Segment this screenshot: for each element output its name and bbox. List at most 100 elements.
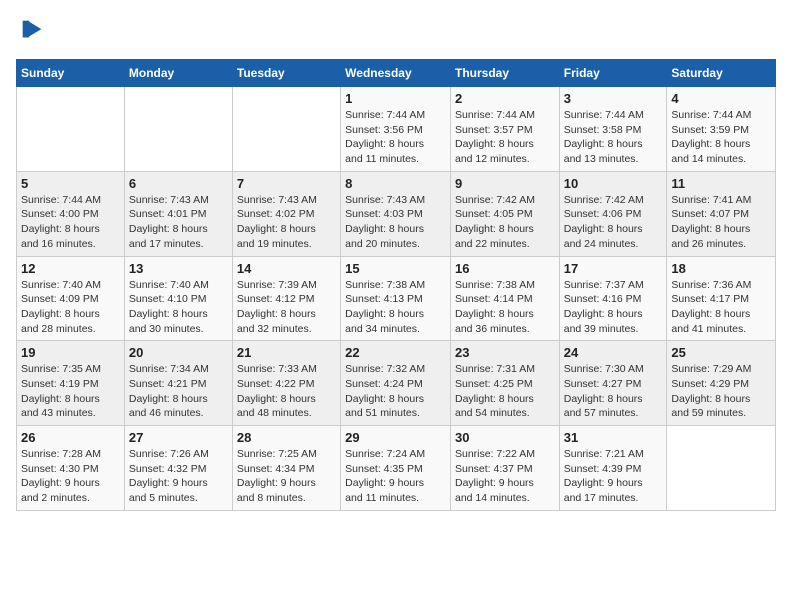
logo-icon — [18, 16, 46, 44]
calendar-cell — [17, 87, 125, 172]
calendar-cell: 4 Sunrise: 7:44 AM Sunset: 3:59 PM Daylig… — [667, 87, 776, 172]
day-number: 21 — [237, 345, 336, 360]
day-info: Sunrise: 7:28 AM Sunset: 4:30 PM Dayligh… — [21, 447, 120, 506]
day-info: Sunrise: 7:31 AM Sunset: 4:25 PM Dayligh… — [455, 362, 555, 421]
weekday-header: Monday — [124, 60, 232, 87]
calendar-cell: 9 Sunrise: 7:42 AM Sunset: 4:05 PM Daylig… — [450, 171, 559, 256]
day-number: 12 — [21, 261, 120, 276]
calendar-week-row: 19 Sunrise: 7:35 AM Sunset: 4:19 PM Dayli… — [17, 341, 776, 426]
day-number: 23 — [455, 345, 555, 360]
day-number: 22 — [345, 345, 446, 360]
day-info: Sunrise: 7:43 AM Sunset: 4:02 PM Dayligh… — [237, 193, 336, 252]
calendar-cell: 2 Sunrise: 7:44 AM Sunset: 3:57 PM Daylig… — [450, 87, 559, 172]
day-number: 2 — [455, 91, 555, 106]
weekday-row: SundayMondayTuesdayWednesdayThursdayFrid… — [17, 60, 776, 87]
calendar-cell: 12Sunrise: 7:40 AM Sunset: 4:09 PM Dayli… — [17, 256, 125, 341]
day-number: 3 — [564, 91, 663, 106]
day-info: Sunrise: 7:44 AM Sunset: 3:59 PM Dayligh… — [671, 108, 771, 167]
day-number: 26 — [21, 430, 120, 445]
calendar-week-row: 26 Sunrise: 7:28 AM Sunset: 4:30 PM Dayli… — [17, 426, 776, 511]
day-info: Sunrise: 7:25 AM Sunset: 4:34 PM Dayligh… — [237, 447, 336, 506]
calendar-cell: 13 Sunrise: 7:40 AM Sunset: 4:10 PM Dayli… — [124, 256, 232, 341]
day-info: Sunrise: 7:35 AM Sunset: 4:19 PM Dayligh… — [21, 362, 120, 421]
day-number: 1 — [345, 91, 446, 106]
day-info: Sunrise: 7:34 AM Sunset: 4:21 PM Dayligh… — [129, 362, 228, 421]
calendar-header: SundayMondayTuesdayWednesdayThursdayFrid… — [17, 60, 776, 87]
calendar-cell: 25 Sunrise: 7:29 AM Sunset: 4:29 PM Dayli… — [667, 341, 776, 426]
calendar-cell: 23 Sunrise: 7:31 AM Sunset: 4:25 PM Dayli… — [450, 341, 559, 426]
calendar-cell: 28 Sunrise: 7:25 AM Sunset: 4:34 PM Dayli… — [232, 426, 340, 511]
day-info: Sunrise: 7:41 AM Sunset: 4:07 PM Dayligh… — [671, 193, 771, 252]
calendar-cell: 29 Sunrise: 7:24 AM Sunset: 4:35 PM Dayli… — [341, 426, 451, 511]
day-number: 20 — [129, 345, 228, 360]
day-number: 19 — [21, 345, 120, 360]
day-info: Sunrise: 7:38 AM Sunset: 4:13 PM Dayligh… — [345, 278, 446, 337]
day-info: Sunrise: 7:44 AM Sunset: 3:56 PM Dayligh… — [345, 108, 446, 167]
calendar-table: SundayMondayTuesdayWednesdayThursdayFrid… — [16, 59, 776, 511]
day-number: 5 — [21, 176, 120, 191]
day-info: Sunrise: 7:37 AM Sunset: 4:16 PM Dayligh… — [564, 278, 663, 337]
calendar-week-row: 5Sunrise: 7:44 AM Sunset: 4:00 PM Daylig… — [17, 171, 776, 256]
day-number: 27 — [129, 430, 228, 445]
calendar-cell: 20 Sunrise: 7:34 AM Sunset: 4:21 PM Dayli… — [124, 341, 232, 426]
day-info: Sunrise: 7:40 AM Sunset: 4:10 PM Dayligh… — [129, 278, 228, 337]
calendar-cell — [232, 87, 340, 172]
calendar-cell: 18 Sunrise: 7:36 AM Sunset: 4:17 PM Dayli… — [667, 256, 776, 341]
day-number: 30 — [455, 430, 555, 445]
calendar-cell: 6 Sunrise: 7:43 AM Sunset: 4:01 PM Daylig… — [124, 171, 232, 256]
day-number: 24 — [564, 345, 663, 360]
day-number: 29 — [345, 430, 446, 445]
calendar-cell — [667, 426, 776, 511]
day-number: 9 — [455, 176, 555, 191]
day-number: 10 — [564, 176, 663, 191]
day-number: 6 — [129, 176, 228, 191]
weekday-header: Sunday — [17, 60, 125, 87]
calendar-body: 1 Sunrise: 7:44 AM Sunset: 3:56 PM Daylig… — [17, 87, 776, 511]
day-info: Sunrise: 7:39 AM Sunset: 4:12 PM Dayligh… — [237, 278, 336, 337]
day-info: Sunrise: 7:36 AM Sunset: 4:17 PM Dayligh… — [671, 278, 771, 337]
calendar-cell: 30 Sunrise: 7:22 AM Sunset: 4:37 PM Dayli… — [450, 426, 559, 511]
day-info: Sunrise: 7:32 AM Sunset: 4:24 PM Dayligh… — [345, 362, 446, 421]
day-info: Sunrise: 7:24 AM Sunset: 4:35 PM Dayligh… — [345, 447, 446, 506]
calendar-cell: 16Sunrise: 7:38 AM Sunset: 4:14 PM Dayli… — [450, 256, 559, 341]
day-number: 8 — [345, 176, 446, 191]
day-info: Sunrise: 7:33 AM Sunset: 4:22 PM Dayligh… — [237, 362, 336, 421]
page-header — [16, 16, 776, 49]
day-info: Sunrise: 7:21 AM Sunset: 4:39 PM Dayligh… — [564, 447, 663, 506]
calendar-cell: 5Sunrise: 7:44 AM Sunset: 4:00 PM Daylig… — [17, 171, 125, 256]
day-info: Sunrise: 7:44 AM Sunset: 3:57 PM Dayligh… — [455, 108, 555, 167]
day-info: Sunrise: 7:42 AM Sunset: 4:05 PM Dayligh… — [455, 193, 555, 252]
calendar-week-row: 1 Sunrise: 7:44 AM Sunset: 3:56 PM Daylig… — [17, 87, 776, 172]
day-number: 28 — [237, 430, 336, 445]
day-info: Sunrise: 7:42 AM Sunset: 4:06 PM Dayligh… — [564, 193, 663, 252]
day-number: 11 — [671, 176, 771, 191]
calendar-cell: 21 Sunrise: 7:33 AM Sunset: 4:22 PM Dayli… — [232, 341, 340, 426]
day-info: Sunrise: 7:38 AM Sunset: 4:14 PM Dayligh… — [455, 278, 555, 337]
day-number: 25 — [671, 345, 771, 360]
calendar-cell: 24 Sunrise: 7:30 AM Sunset: 4:27 PM Dayli… — [559, 341, 667, 426]
day-number: 31 — [564, 430, 663, 445]
day-info: Sunrise: 7:43 AM Sunset: 4:03 PM Dayligh… — [345, 193, 446, 252]
weekday-header: Wednesday — [341, 60, 451, 87]
calendar-cell: 11 Sunrise: 7:41 AM Sunset: 4:07 PM Dayli… — [667, 171, 776, 256]
day-info: Sunrise: 7:22 AM Sunset: 4:37 PM Dayligh… — [455, 447, 555, 506]
calendar-cell: 14 Sunrise: 7:39 AM Sunset: 4:12 PM Dayli… — [232, 256, 340, 341]
day-number: 17 — [564, 261, 663, 276]
day-number: 13 — [129, 261, 228, 276]
calendar-cell — [124, 87, 232, 172]
day-number: 14 — [237, 261, 336, 276]
weekday-header: Thursday — [450, 60, 559, 87]
day-number: 4 — [671, 91, 771, 106]
day-info: Sunrise: 7:29 AM Sunset: 4:29 PM Dayligh… — [671, 362, 771, 421]
calendar-cell: 3 Sunrise: 7:44 AM Sunset: 3:58 PM Daylig… — [559, 87, 667, 172]
day-info: Sunrise: 7:43 AM Sunset: 4:01 PM Dayligh… — [129, 193, 228, 252]
calendar-cell: 10 Sunrise: 7:42 AM Sunset: 4:06 PM Dayli… — [559, 171, 667, 256]
day-info: Sunrise: 7:30 AM Sunset: 4:27 PM Dayligh… — [564, 362, 663, 421]
calendar-cell: 22 Sunrise: 7:32 AM Sunset: 4:24 PM Dayli… — [341, 341, 451, 426]
day-number: 18 — [671, 261, 771, 276]
day-number: 15 — [345, 261, 446, 276]
day-info: Sunrise: 7:44 AM Sunset: 3:58 PM Dayligh… — [564, 108, 663, 167]
logo — [16, 16, 46, 49]
calendar-cell: 26 Sunrise: 7:28 AM Sunset: 4:30 PM Dayli… — [17, 426, 125, 511]
calendar-cell: 1 Sunrise: 7:44 AM Sunset: 3:56 PM Daylig… — [341, 87, 451, 172]
